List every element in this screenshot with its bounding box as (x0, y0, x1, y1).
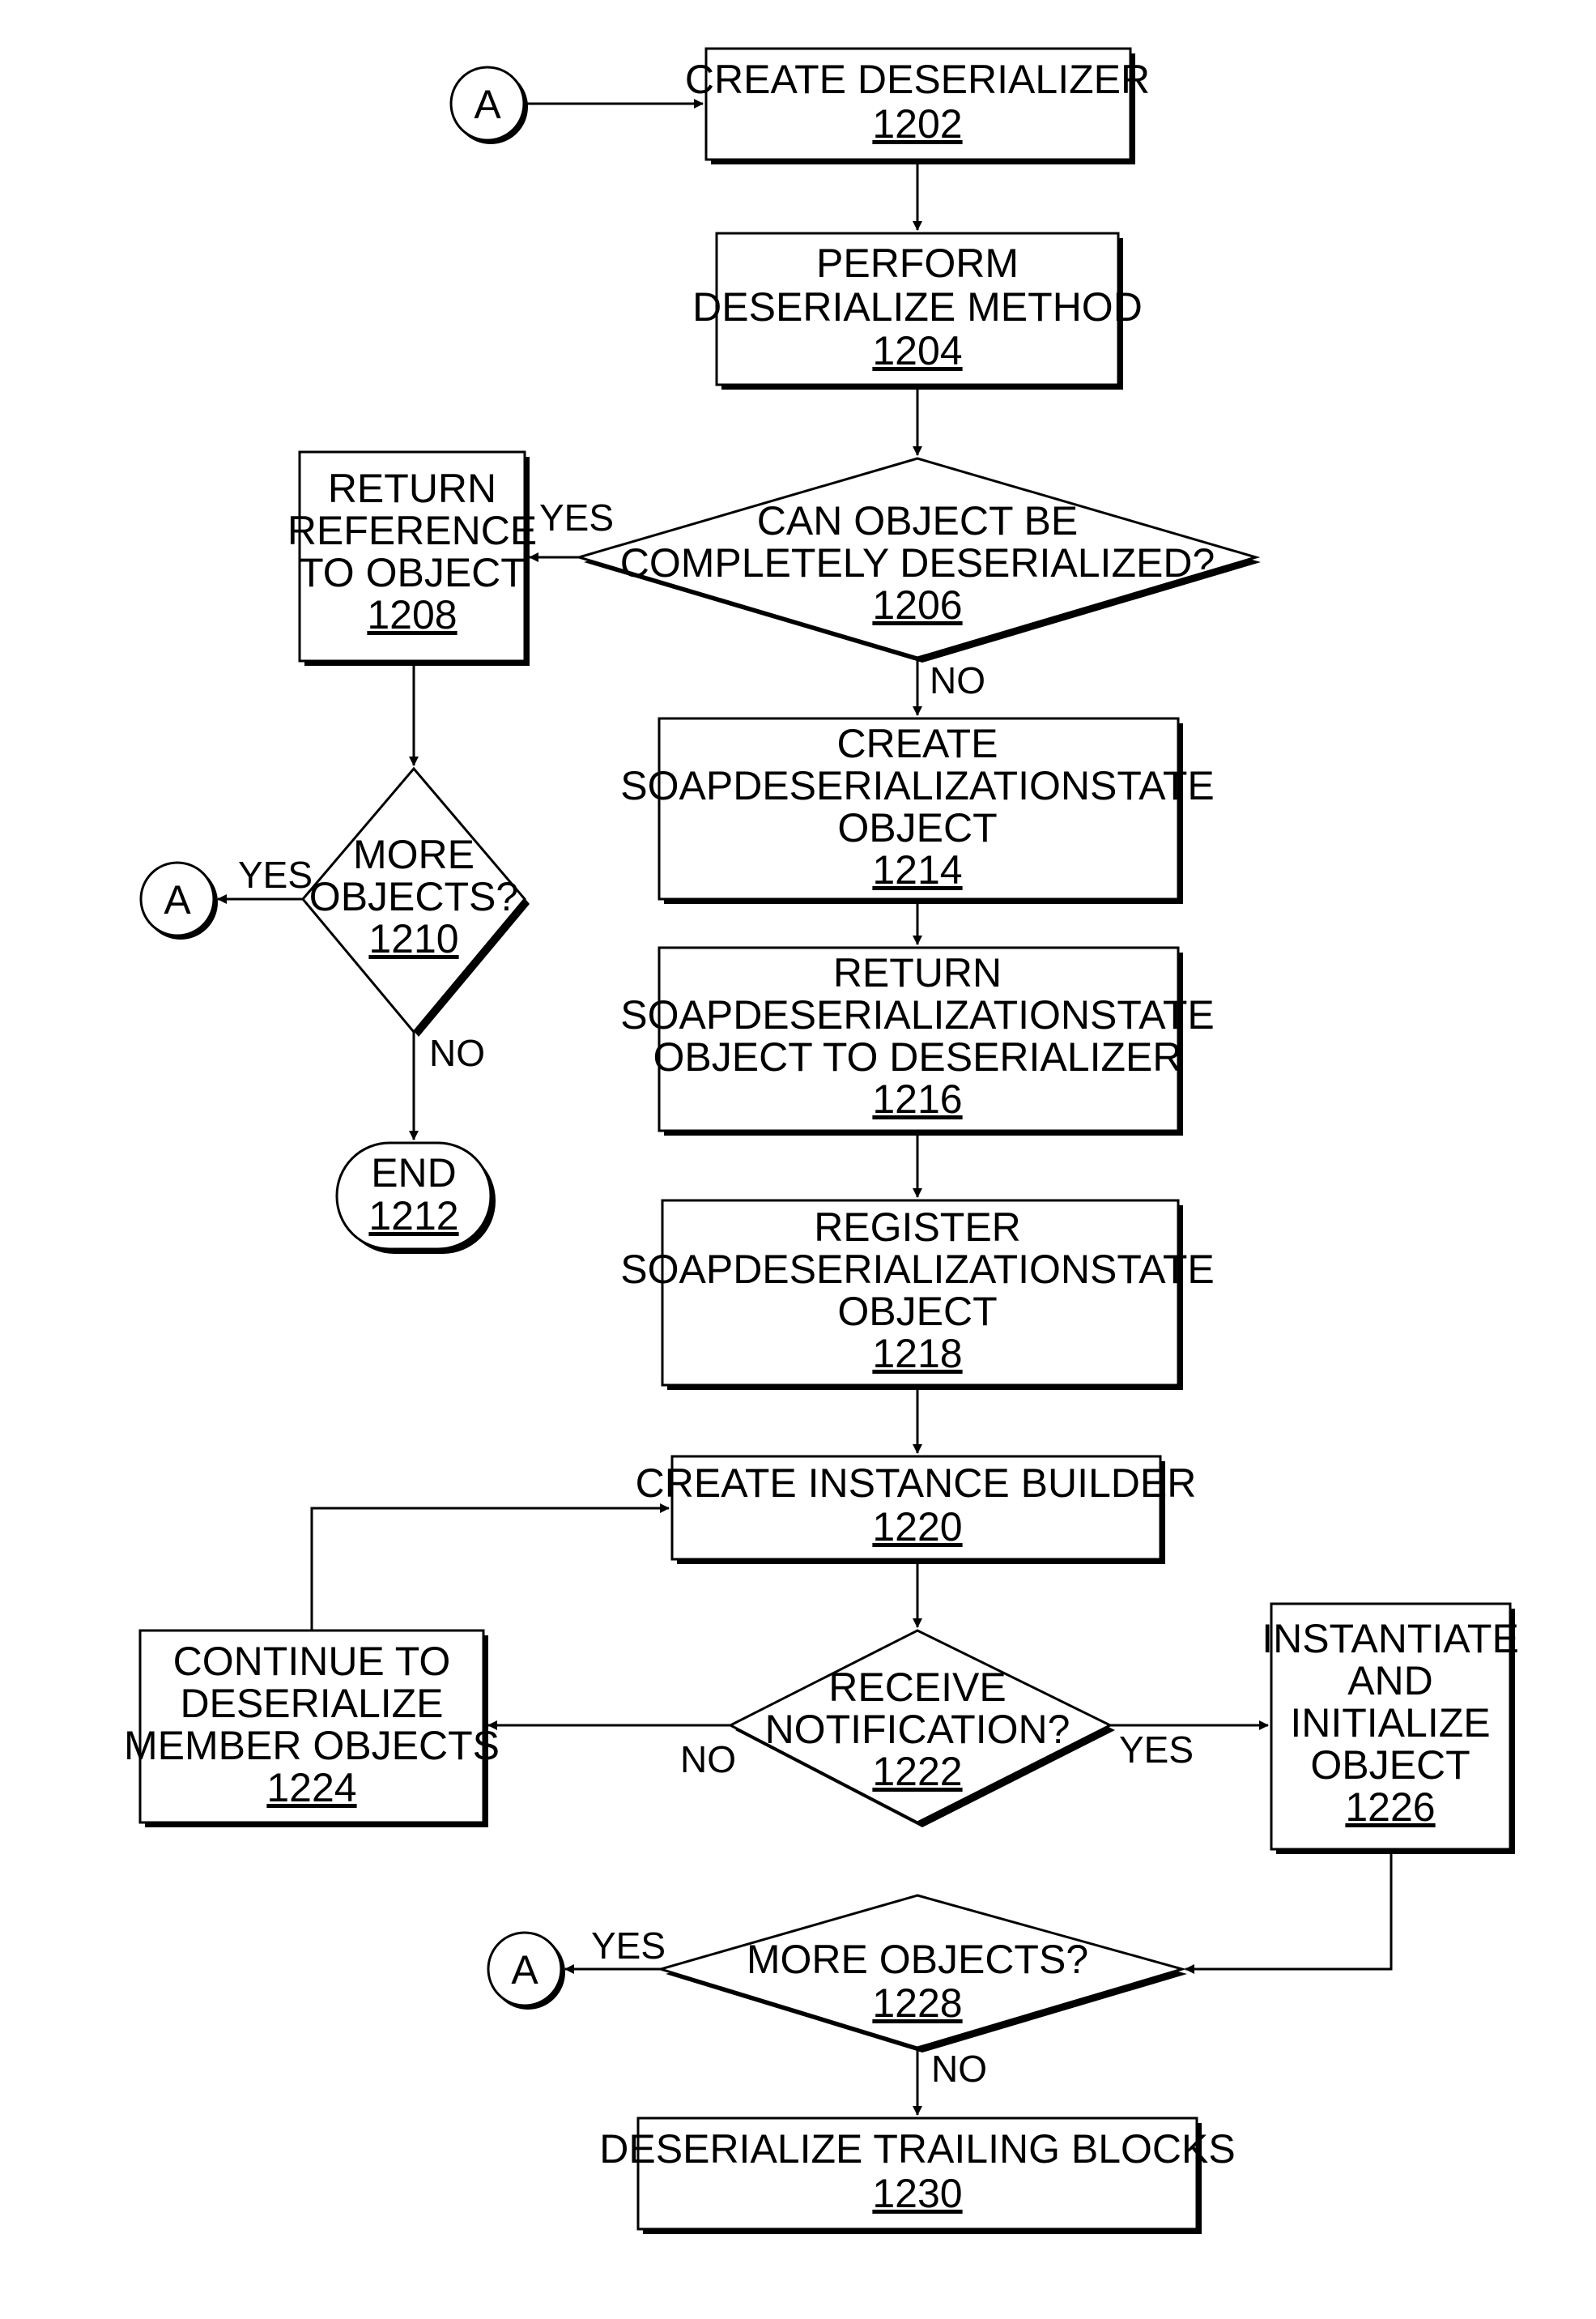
node-text: PERFORM (816, 241, 1019, 286)
node-text: REFERENCE (287, 508, 537, 553)
node-ref: 1210 (368, 916, 458, 961)
node-ref: 1214 (872, 847, 962, 893)
node-text: OBJECT TO DESERIALIZER (653, 1034, 1182, 1080)
process-1204: PERFORM DESERIALIZE METHOD 1204 (692, 232, 1143, 390)
decision-1228: MORE OBJECTS? 1228 (656, 1894, 1187, 2053)
node-text: DESERIALIZE METHOD (692, 284, 1143, 330)
node-ref: 1222 (872, 1749, 962, 1794)
node-text: RETURN (833, 950, 1002, 995)
connector-label: A (164, 877, 191, 923)
process-1202: CREATE DESERIALIZER 1202 (685, 47, 1150, 164)
decision-1210: MORE OBJECTS? 1210 (301, 766, 530, 1037)
process-1220: CREATE INSTANCE BUILDER 1220 (636, 1455, 1197, 1564)
flowchart-canvas: A A A CREATE DESERIALIZER 1202 PERFORM D… (124, 47, 1519, 2234)
node-text: CREATE DESERIALIZER (685, 57, 1150, 102)
connector-a-left: A (139, 861, 218, 940)
connector-label: A (511, 1947, 538, 1993)
node-ref: 1216 (872, 1076, 962, 1122)
node-text: SOAPDESERIALIZATIONSTATE (620, 763, 1214, 808)
edge-label-1222-no: NO (680, 1738, 736, 1780)
node-text: DESERIALIZE TRAILING BLOCKS (599, 2126, 1235, 2172)
edge-label-1210-yes: YES (238, 854, 313, 896)
node-text: OBJECT (837, 805, 997, 850)
node-ref: 1230 (872, 2171, 962, 2216)
connector-a-top: A (449, 66, 528, 144)
node-text: MEMBER OBJECTS (124, 1723, 500, 1768)
node-ref: 1208 (367, 592, 457, 637)
node-text: MORE (353, 832, 475, 877)
process-1224: CONTINUE TO DESERIALIZE MEMBER OBJECTS 1… (124, 1629, 500, 1827)
node-ref: 1224 (266, 1765, 356, 1810)
node-ref: 1228 (872, 1980, 962, 2026)
node-text: AND (1347, 1658, 1433, 1703)
node-ref: 1206 (872, 582, 962, 628)
process-1230: DESERIALIZE TRAILING BLOCKS 1230 (599, 2117, 1236, 2234)
node-text: MORE OBJECTS? (747, 1937, 1088, 1982)
edge-label-1228-yes: YES (591, 1925, 666, 1967)
node-text: INITIALIZE (1290, 1700, 1490, 1746)
node-text: SOAPDESERIALIZATIONSTATE (620, 1247, 1214, 1292)
process-1226: INSTANTIATE AND INITIALIZE OBJECT 1226 (1262, 1602, 1519, 1854)
node-text: OBJECT (1310, 1742, 1470, 1788)
node-text: NOTIFICATION? (765, 1707, 1070, 1752)
node-text: REGISTER (814, 1204, 1021, 1250)
process-1216: RETURN SOAPDESERIALIZATIONSTATE OBJECT T… (620, 946, 1215, 1136)
node-text: DESERIALIZE (180, 1681, 443, 1726)
node-text: OBJECTS? (309, 874, 518, 919)
terminator-1212: END 1212 (335, 1141, 496, 1254)
edge-1224-to-1220 (310, 1503, 670, 1631)
node-ref: 1226 (1345, 1784, 1435, 1830)
decision-1222: RECEIVE NOTIFICATION? 1222 (727, 1629, 1115, 1827)
node-text: RECEIVE (828, 1665, 1007, 1710)
node-text: CREATE (836, 721, 998, 766)
decision-1206: CAN OBJECT BE COMPLETELY DESERIALIZED? 1… (574, 457, 1261, 663)
connector-a-bottom: A (487, 1931, 565, 2010)
node-text: OBJECT (837, 1289, 997, 1334)
node-text: CREATE INSTANCE BUILDER (636, 1460, 1197, 1506)
node-text: CAN OBJECT BE (757, 498, 1078, 544)
edge-label-1210-no: NO (429, 1032, 485, 1074)
edge-label-1222-yes: YES (1119, 1729, 1194, 1771)
edge-label-1228-no: NO (931, 2048, 987, 2090)
process-1214: CREATE SOAPDESERIALIZATIONSTATE OBJECT 1… (620, 717, 1215, 904)
node-text: CONTINUE TO (173, 1639, 451, 1684)
process-1218: REGISTER SOAPDESERIALIZATIONSTATE OBJECT… (620, 1199, 1215, 1390)
node-text: INSTANTIATE (1262, 1616, 1519, 1661)
node-text: END (371, 1150, 457, 1196)
node-ref: 1212 (368, 1193, 458, 1238)
node-ref: 1218 (872, 1331, 962, 1376)
node-text: TO OBJECT (299, 550, 526, 595)
edge-label-1206-yes: YES (539, 497, 614, 539)
node-text: RETURN (328, 466, 496, 511)
node-ref: 1202 (872, 101, 962, 147)
node-text: COMPLETELY DESERIALIZED? (620, 540, 1215, 586)
process-1208: RETURN REFERENCE TO OBJECT 1208 (287, 450, 537, 666)
node-ref: 1220 (872, 1504, 962, 1550)
edge-label-1206-no: NO (930, 659, 985, 701)
connector-label: A (474, 82, 501, 127)
node-ref: 1204 (872, 328, 962, 373)
node-text: SOAPDESERIALIZATIONSTATE (620, 992, 1214, 1038)
edge-1226-to-1228 (1185, 1852, 1393, 1974)
